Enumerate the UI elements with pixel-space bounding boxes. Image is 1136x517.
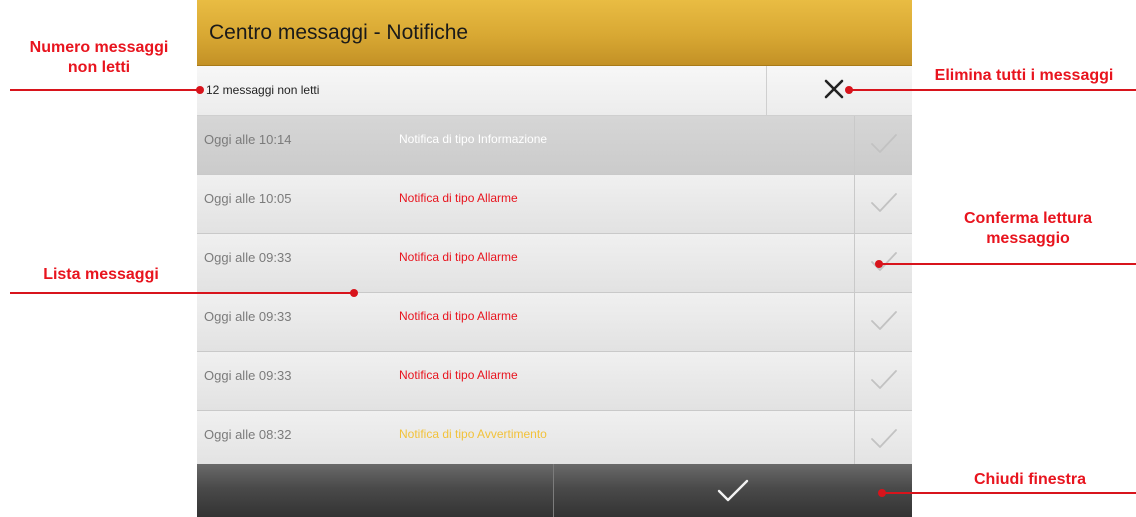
- message-time: Oggi alle 09:33: [204, 368, 292, 383]
- annotation-line-confirm-read: [879, 263, 1136, 265]
- message-row[interactable]: Oggi alle 09:33 Notifica di tipo Allarme: [197, 352, 912, 411]
- annotation-line-delete-all: [849, 89, 1136, 91]
- annotation-dot-confirm-read: [875, 260, 883, 268]
- acknowledge-button[interactable]: [854, 293, 912, 351]
- title-bar: Centro messaggi - Notifiche: [197, 0, 912, 66]
- unread-summary-bar: 12 messaggi non letti: [197, 66, 912, 116]
- annotation-line-message-list: [10, 292, 354, 294]
- annotation-dot-unread-count: [196, 86, 204, 94]
- message-text: Notifica di tipo Allarme: [399, 191, 518, 205]
- message-row[interactable]: Oggi alle 08:32 Notifica di tipo Avvertim…: [197, 411, 912, 470]
- window-title: Centro messaggi - Notifiche: [209, 21, 469, 44]
- annotation-dot-delete-all: [845, 86, 853, 94]
- message-text: Notifica di tipo Informazione: [399, 132, 548, 146]
- message-row[interactable]: Oggi alle 10:05 Notifica di tipo Allarme: [197, 175, 912, 234]
- acknowledge-button[interactable]: [854, 116, 912, 174]
- annotated-screenshot: Centro messaggi - Notifiche 12 messaggi …: [0, 0, 1136, 517]
- message-center-window: Centro messaggi - Notifiche 12 messaggi …: [197, 0, 912, 517]
- check-icon: [717, 479, 749, 502]
- check-icon: [871, 134, 897, 153]
- annotation-dot-close-window: [878, 489, 886, 497]
- message-text: Notifica di tipo Allarme: [399, 368, 518, 382]
- annotation-line-close-window: [882, 492, 1136, 494]
- check-icon: [871, 252, 897, 271]
- message-list: Oggi alle 10:14 Notifica di tipo Informaz…: [197, 116, 912, 470]
- acknowledge-button[interactable]: [854, 411, 912, 469]
- annotation-close-window: Chiudi finestra: [973, 471, 1086, 488]
- message-text: Notifica di tipo Allarme: [399, 250, 518, 264]
- acknowledge-button[interactable]: [854, 175, 912, 233]
- close-window-button[interactable]: [554, 464, 912, 517]
- message-row[interactable]: Oggi alle 09:33 Notifica di tipo Allarme: [197, 234, 912, 293]
- annotation-line-unread-count: [10, 89, 200, 91]
- check-icon: [871, 429, 897, 448]
- close-x-icon: [824, 79, 844, 99]
- annotation-unread-count: Numero messaggi non letti: [29, 39, 169, 76]
- message-row[interactable]: Oggi alle 10:14 Notifica di tipo Informaz…: [197, 116, 912, 175]
- unread-count-label: 12 messaggi non letti: [206, 83, 320, 97]
- message-time: Oggi alle 10:05: [204, 191, 292, 206]
- footer-bar: [197, 464, 912, 517]
- message-time: Oggi alle 08:32: [204, 427, 292, 442]
- message-text: Notifica di tipo Avvertimento: [399, 427, 547, 441]
- check-icon: [871, 370, 897, 389]
- annotation-dot-message-list: [350, 289, 358, 297]
- message-time: Oggi alle 09:33: [204, 309, 292, 324]
- annotation-message-list: Lista messaggi: [43, 266, 159, 283]
- message-row[interactable]: Oggi alle 09:33 Notifica di tipo Allarme: [197, 293, 912, 352]
- check-icon: [871, 193, 897, 212]
- annotation-confirm-read: Conferma lettura messaggio: [963, 210, 1093, 247]
- message-text: Notifica di tipo Allarme: [399, 309, 518, 323]
- message-time: Oggi alle 09:33: [204, 250, 292, 265]
- acknowledge-button[interactable]: [854, 352, 912, 410]
- message-time: Oggi alle 10:14: [204, 132, 292, 147]
- annotation-delete-all: Elimina tutti i messaggi: [934, 67, 1114, 84]
- check-icon: [871, 311, 897, 330]
